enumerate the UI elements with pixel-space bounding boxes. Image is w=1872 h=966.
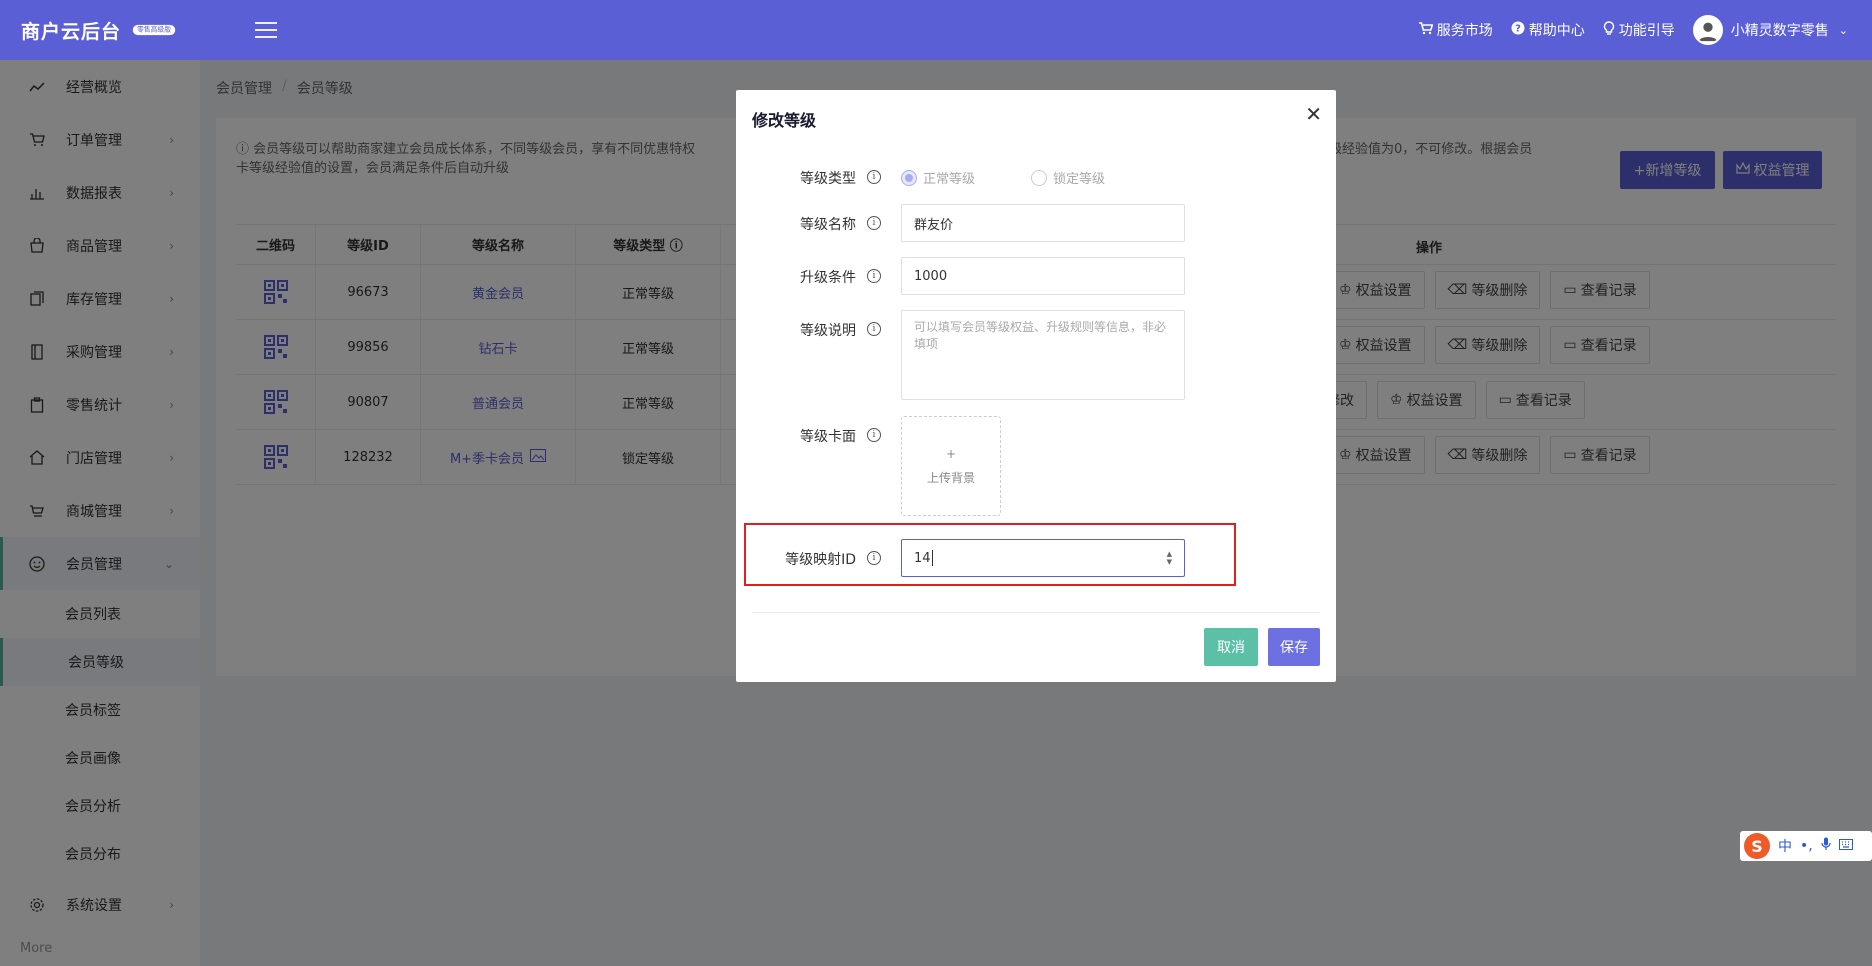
top-header: 商户云后台 零售高级版 服务市场 ? 帮助中心 功能引导 小精灵数字零售 ⌄	[0, 0, 1872, 60]
cart-icon	[1418, 21, 1434, 39]
info-icon[interactable]: i	[867, 428, 881, 442]
radio-normal-label: 正常等级	[923, 172, 976, 187]
svg-text:?: ?	[1515, 24, 1521, 35]
plus-icon: +	[945, 446, 957, 461]
feature-guide-link[interactable]: 功能引导	[1603, 20, 1675, 40]
chevron-down-icon: ⌄	[1838, 23, 1848, 37]
ime-toolbar[interactable]: S 中 •,	[1740, 831, 1872, 861]
level-type-label: 等级类型	[800, 171, 856, 187]
divider	[752, 612, 1320, 613]
feature-guide-label: 功能引导	[1618, 23, 1675, 39]
punctuation-icon[interactable]: •,	[1800, 838, 1813, 854]
ime-language-toggle[interactable]: 中	[1778, 836, 1792, 856]
info-icon[interactable]: i	[867, 216, 881, 230]
level-mapping-id-label: 等级映射ID	[785, 552, 856, 568]
upgrade-condition-label: 升级条件	[800, 270, 856, 286]
level-description-label: 等级说明	[800, 323, 856, 339]
radio-dot	[1031, 169, 1047, 186]
info-icon[interactable]: i	[867, 269, 881, 283]
upload-background-label: 上传背景	[926, 470, 975, 485]
menu-toggle-icon[interactable]	[255, 22, 277, 38]
upgrade-condition-input[interactable]: 1000	[901, 257, 1185, 295]
avatar	[1692, 15, 1723, 45]
radio-locked-level[interactable]: 锁定等级	[1031, 168, 1105, 187]
level-mapping-id-value: 14	[914, 550, 931, 566]
service-market-link[interactable]: 服务市场	[1418, 20, 1493, 40]
stepper-down-icon[interactable]: ▼	[1167, 558, 1172, 566]
keyboard-icon[interactable]	[1838, 838, 1853, 854]
bulb-icon	[1603, 20, 1615, 40]
help-icon: ?	[1511, 21, 1525, 39]
info-icon[interactable]: i	[867, 170, 881, 184]
close-icon[interactable]: ✕	[1305, 104, 1322, 124]
dialog-title: 修改等级	[752, 111, 817, 130]
edit-level-dialog: 修改等级 ✕ 等级类型 i 正常等级 锁定等级 等级名称 i 群友价 升级条件 …	[736, 90, 1336, 682]
brand: 商户云后台 零售高级版	[0, 17, 200, 44]
level-description-textarea[interactable]: 可以填写会员等级权益、升级规则等信息，非必填项	[901, 310, 1185, 400]
brand-badge: 零售高级版	[132, 24, 176, 36]
help-center-link[interactable]: ? 帮助中心	[1511, 20, 1585, 40]
radio-normal-level[interactable]: 正常等级	[901, 168, 975, 187]
radio-dot-checked	[901, 169, 917, 186]
upload-background-button[interactable]: + 上传背景	[901, 416, 1001, 516]
info-icon[interactable]: i	[867, 322, 881, 336]
number-stepper[interactable]: ▲ ▼	[1167, 550, 1172, 566]
save-button[interactable]: 保存	[1268, 628, 1320, 666]
text-cursor	[931, 550, 933, 566]
radio-locked-label: 锁定等级	[1053, 172, 1106, 187]
service-market-label: 服务市场	[1436, 23, 1493, 39]
help-center-label: 帮助中心	[1528, 23, 1585, 39]
sogou-logo-icon[interactable]: S	[1744, 833, 1770, 859]
info-icon[interactable]: i	[867, 551, 881, 565]
brand-name: 商户云后台	[20, 20, 121, 43]
level-name-input[interactable]: 群友价	[901, 204, 1185, 242]
level-name-label: 等级名称	[800, 217, 856, 233]
card-face-label: 等级卡面	[800, 429, 856, 445]
cancel-button[interactable]: 取消	[1204, 628, 1258, 666]
user-name: 小精灵数字零售	[1730, 23, 1829, 39]
stepper-up-icon[interactable]: ▲	[1167, 550, 1172, 558]
level-mapping-id-input[interactable]: 14 ▲ ▼	[901, 539, 1185, 577]
microphone-icon[interactable]	[1821, 837, 1831, 855]
user-menu[interactable]: 小精灵数字零售 ⌄	[1692, 15, 1848, 45]
